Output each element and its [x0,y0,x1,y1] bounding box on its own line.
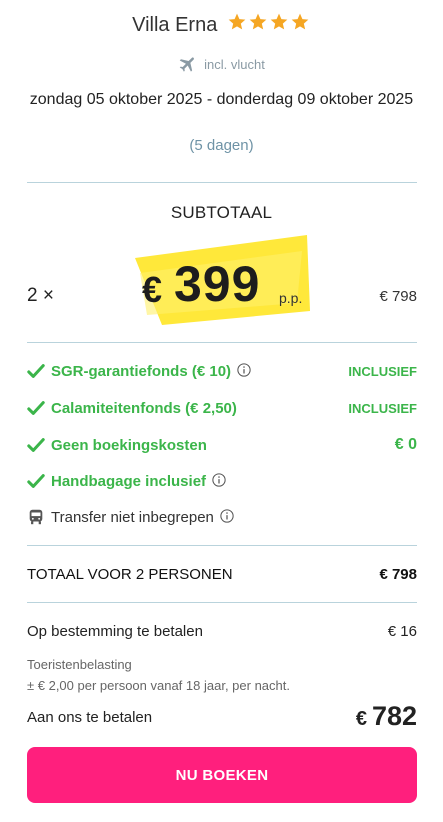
inclusion-label: Calamiteitenfonds (€ 2,50) [51,400,237,417]
per-person-label: p.p. [279,290,303,306]
inclusion-label: SGR-garantiefonds (€ 10) [51,363,232,380]
inclusion-item: Handbagage inclusief [27,471,417,493]
subtotal-heading: SUBTOTAAL [170,203,273,222]
star-icon [228,13,246,30]
divider [27,182,417,183]
inclusion-value: INCLUSIEF [348,364,417,379]
price-currency: € [142,269,163,310]
travel-duration: (5 dagen) [189,137,254,154]
pay-amount: €782 [356,701,417,732]
pay-currency: € [355,708,367,730]
inclusion-value: INCLUSIEF [348,401,417,416]
star-rating [227,12,311,38]
person-quantity: 2 × [27,285,54,306]
divider [27,342,417,343]
star-icon [270,13,288,30]
inclusion-label: Handbagage inclusief [51,473,207,490]
checkmark-icon [27,401,45,415]
star-icon [249,13,267,30]
inclusion-item: Geen boekingskosten € 0 [27,435,417,457]
transfer-label: Transfer niet inbegrepen [51,509,214,526]
info-icon[interactable] [237,363,251,377]
total-amount: € 798 [379,566,417,583]
checkmark-icon [27,438,45,452]
bus-icon [29,509,43,525]
price-per-person: € 399 p.p. [132,233,312,328]
tourist-tax-detail: ± € 2,00 per persoon vanaf 18 jaar, per … [27,678,290,693]
price-value: 399 [174,256,261,312]
inclusion-label: Geen boekingskosten [51,437,207,454]
hotel-name: Villa Erna [132,14,218,36]
travel-dates: zondag 05 oktober 2025 - donderdag 09 ok… [29,91,414,108]
checkmark-icon [27,474,45,488]
info-icon[interactable] [220,509,234,523]
airplane-icon [179,57,195,72]
transfer-item: Transfer niet inbegrepen [27,507,417,529]
flight-included-row: incl. vlucht [0,54,443,74]
checkmark-icon [27,364,45,378]
hotel-title-row: Villa Erna [0,12,443,38]
pay-label: Aan ons te betalen [27,709,153,726]
book-now-button[interactable]: NU BOEKEN [27,747,417,803]
divider [27,545,417,546]
flight-label: incl. vlucht [204,57,265,72]
price-summary-card: Villa Erna incl. vlucht zondag 05 oktobe… [0,0,443,822]
inclusion-item: SGR-garantiefonds (€ 10) INCLUSIEF [27,361,417,383]
destination-label: Op bestemming te betalen [27,623,203,640]
star-icon [291,13,309,30]
destination-amount: € 16 [387,623,417,640]
divider [27,602,417,603]
info-icon[interactable] [212,473,226,487]
tourist-tax-title: Toeristenbelasting [27,657,132,672]
total-label: TOTAAL VOOR 2 PERSONEN [27,566,233,583]
subtotal-amount: € 798 [379,288,417,305]
pay-value: 782 [371,701,417,731]
inclusion-item: Calamiteitenfonds (€ 2,50) INCLUSIEF [27,398,417,420]
inclusion-value: € 0 [394,436,417,453]
